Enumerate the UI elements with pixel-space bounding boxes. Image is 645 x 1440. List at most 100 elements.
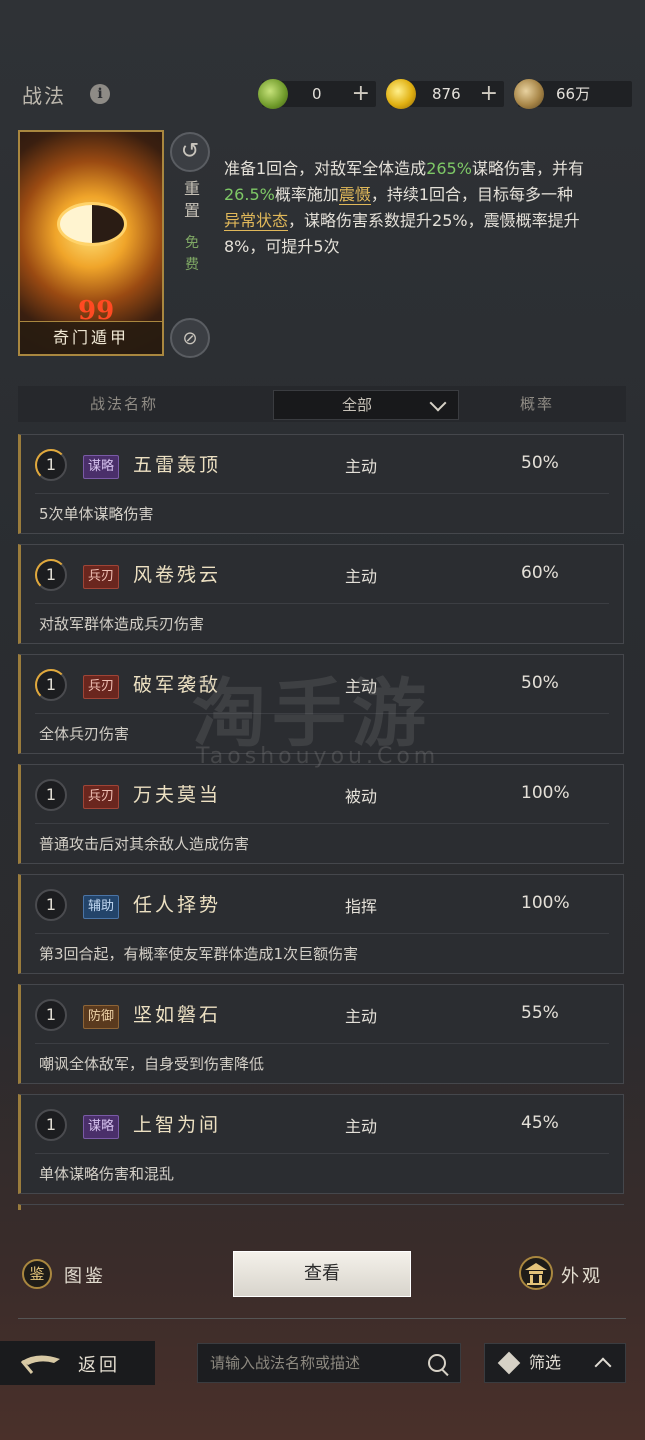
chevron-down-icon (429, 394, 447, 412)
atlas-icon[interactable]: 鉴 (22, 1259, 52, 1289)
skill-probability: 100% (521, 783, 570, 803)
table-row[interactable]: 1 兵刃 风卷残云 主动 60% 对敌军群体造成兵刃伤害 (18, 544, 624, 644)
divider (35, 1153, 609, 1154)
reset-label: 重置 (183, 179, 200, 220)
search-icon[interactable] (428, 1354, 446, 1372)
skill-tag: 兵刃 (83, 565, 120, 589)
divider (35, 933, 609, 934)
skill-name: 五雷轰顶 (133, 454, 222, 476)
skill-name: 万夫莫当 (133, 784, 222, 806)
skill-name: 上智为间 (133, 1114, 222, 1136)
filter-button[interactable]: 筛选 (484, 1343, 626, 1383)
table-header: 战法名称 全部 概率 (18, 386, 626, 422)
desc-text: 谋略伤害，并有 (471, 159, 584, 178)
skill-type: 主动 (345, 1007, 378, 1026)
skill-probability: 55% (521, 1003, 559, 1023)
chance-percent: 26.5% (224, 185, 275, 204)
type-filter-dropdown[interactable]: 全部 (273, 390, 459, 420)
skill-desc: 全体兵刃伤害 (39, 725, 130, 743)
back-arrow-icon (20, 1355, 60, 1374)
jade-coin-icon (258, 79, 288, 109)
divider (35, 603, 609, 604)
skill-name: 任人择势 (133, 894, 222, 916)
copper-resource: 66万 (514, 79, 632, 109)
col-probability: 概率 (520, 395, 555, 413)
filter-icon (497, 1351, 521, 1375)
skill-probability: 50% (521, 453, 559, 473)
level-badge: 1 (35, 889, 67, 921)
copper-amount: 66万 (556, 85, 591, 103)
skill-tag: 防御 (83, 1005, 120, 1029)
skill-type: 主动 (345, 1117, 378, 1136)
skill-probability: 60% (521, 563, 559, 583)
watermark-en: Taoshouyou.Com (196, 744, 440, 769)
jade-amount: 0 (312, 85, 322, 103)
skill-desc: 5次单体谋略伤害 (39, 505, 154, 523)
appearance-label[interactable]: 外观 (561, 1262, 603, 1288)
skill-type: 被动 (345, 787, 378, 806)
search-input[interactable]: 请输入战法名称或描述 (197, 1343, 461, 1383)
divider (35, 823, 609, 824)
divider (35, 1043, 609, 1044)
reset-button[interactable]: ↺ (170, 132, 210, 172)
skill-type: 主动 (345, 567, 378, 586)
desc-text: ，持续1回合，目标每多一种 (370, 185, 574, 204)
skill-description: 准备1回合，对敌军全体造成265%谋略伤害，并有 26.5%概率施加震慑，持续1回… (224, 156, 584, 260)
eye-slash-icon: ⊘ (182, 328, 198, 349)
skill-desc: 嘲讽全体敌军，自身受到伤害降低 (39, 1055, 265, 1073)
desc-text: 概率施加 (274, 185, 339, 204)
table-row[interactable]: 1 谋略 上智为间 主动 45% 单体谋略伤害和混乱 (18, 1094, 624, 1194)
view-button[interactable]: 查看 (233, 1251, 411, 1297)
level-badge: 1 (35, 1109, 67, 1141)
skill-tag: 兵刃 (83, 785, 120, 809)
level-badge: 1 (35, 669, 67, 701)
skill-desc: 对敌军群体造成兵刃伤害 (39, 615, 205, 633)
info-icon[interactable]: i (90, 84, 110, 104)
level-value: 1 (45, 1005, 57, 1024)
skill-tag: 谋略 (83, 1115, 120, 1139)
skill-probability: 45% (521, 1113, 559, 1133)
table-row[interactable]: 1 防御 坚如磐石 主动 55% 嘲讽全体敌军，自身受到伤害降低 (18, 984, 624, 1084)
level-badge: 1 (35, 999, 67, 1031)
level-badge: 1 (35, 559, 67, 591)
col-name: 战法名称 (90, 395, 159, 413)
damage-percent: 265% (426, 159, 472, 178)
pavilion-icon[interactable] (518, 1256, 554, 1290)
gold-resource: 876 + (386, 79, 504, 109)
add-jade-button[interactable]: + (352, 81, 370, 107)
skill-probability: 50% (521, 673, 559, 693)
level-value: 1 (45, 895, 57, 914)
level-value: 1 (45, 1115, 57, 1134)
skill-tag: 兵刃 (83, 675, 120, 699)
skill-tag: 谋略 (83, 455, 120, 479)
add-gold-button[interactable]: + (480, 81, 498, 107)
chevron-up-icon (594, 1357, 612, 1375)
skill-card[interactable]: 99 奇门遁甲 (18, 130, 164, 356)
atlas-label[interactable]: 图鉴 (64, 1262, 106, 1288)
jade-resource: 0 + (258, 79, 376, 109)
gold-amount: 876 (432, 85, 461, 103)
gold-coin-icon (386, 79, 416, 109)
skill-type: 指挥 (345, 897, 378, 916)
table-row[interactable]: 1 谋略 五雷轰顶 主动 50% 5次单体谋略伤害 (18, 434, 624, 534)
table-row[interactable]: 1 辅助 任人择势 指挥 100% 第3回合起，有概率使友军群体造成1次巨额伤害 (18, 874, 624, 974)
copper-coin-icon (514, 79, 544, 109)
skill-tag: 辅助 (83, 895, 120, 919)
skill-name: 风卷残云 (133, 564, 222, 586)
table-row[interactable]: 1 兵刃 万夫莫当 被动 100% 普通攻击后对其余敌人造成伤害 (18, 764, 624, 864)
list-item-partial (18, 1204, 624, 1210)
level-value: 1 (45, 785, 57, 804)
desc-text: 准备1回合，对敌军全体造成 (224, 159, 427, 178)
filter-label: 筛选 (529, 1353, 562, 1372)
skill-probability: 100% (521, 893, 570, 913)
hide-button[interactable]: ⊘ (170, 318, 210, 358)
status-link-deter[interactable]: 震慑 (338, 185, 371, 205)
level-badge: 1 (35, 779, 67, 811)
back-button[interactable]: 返回 (0, 1341, 155, 1385)
free-label: 免费 (185, 235, 199, 273)
skill-desc: 普通攻击后对其余敌人造成伤害 (39, 835, 250, 853)
filter-value: 全部 (342, 396, 373, 414)
divider (35, 493, 609, 494)
status-link-abnormal[interactable]: 异常状态 (224, 211, 289, 231)
skill-name: 坚如磐石 (133, 1004, 222, 1026)
